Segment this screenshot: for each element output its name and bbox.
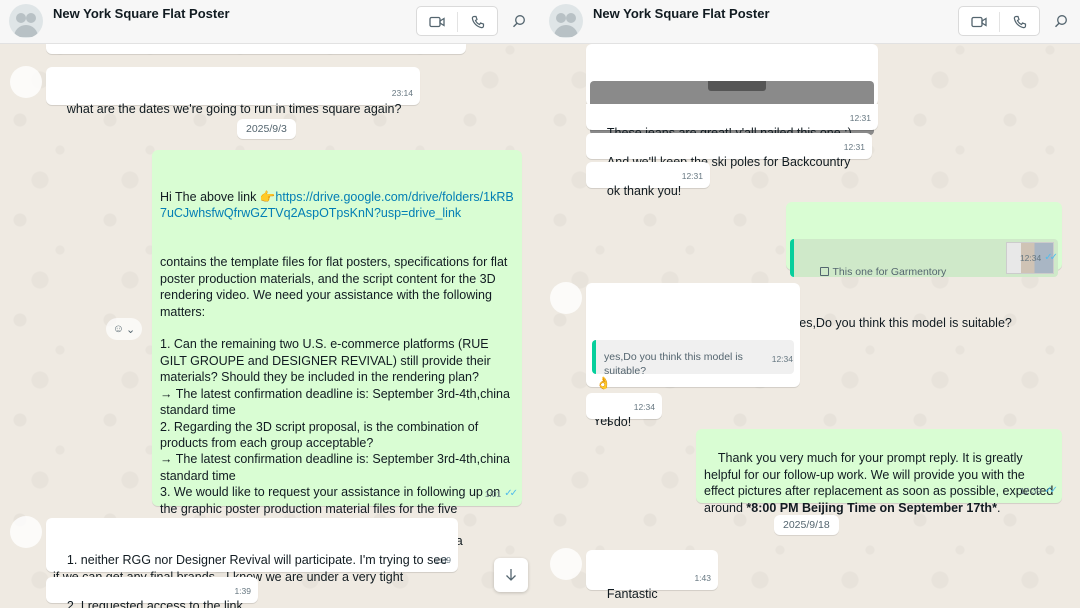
date-separator: 2025/9/18 <box>774 515 839 535</box>
scroll-down-icon <box>506 569 516 581</box>
message-time: 12:39 ✓✓ <box>1020 483 1058 499</box>
chevron-down-icon: ⌄ <box>126 323 136 336</box>
emoji-icon: ☺ <box>112 323 124 335</box>
chat-title[interactable]: New York Square Flat Poster <box>593 6 770 21</box>
message-time: 12:31 <box>681 170 703 181</box>
quoted-text: This one for Garmentory <box>832 265 947 278</box>
sender-avatar <box>10 66 42 98</box>
message-text-tail: . <box>996 500 1001 515</box>
message-text: I do! <box>606 415 632 430</box>
message-time: 1:39 <box>234 585 251 596</box>
read-ticks-icon: ✓✓ <box>504 487 518 499</box>
reaction-button[interactable]: ☺ ⌄ <box>106 318 142 340</box>
message-time: 12:34 ✓✓ <box>1020 250 1058 266</box>
message-text: ok thank you! <box>606 184 682 199</box>
video-call-icon[interactable] <box>426 12 448 32</box>
sender-avatar <box>10 516 42 548</box>
message-bold-text: *8:00 PM Beijing Time on September 17th* <box>746 500 997 515</box>
chat-pane-right: New York Square Flat Poster These jeans … <box>540 0 1080 608</box>
message-time: 12:34 <box>771 353 793 364</box>
image-message[interactable] <box>586 44 878 135</box>
message-bubble[interactable]: yes,Do you think this model is suitable?… <box>586 283 800 428</box>
message-text: what are the dates we're going to run in… <box>66 102 402 117</box>
message-text: Hi The above link 👉 <box>160 189 276 204</box>
chat-header: New York Square Flat Poster <box>0 0 540 44</box>
message-text: yes,Do you think this model is suitable? <box>793 315 1012 330</box>
search-icon[interactable] <box>1050 10 1072 32</box>
message-time: 1:39 <box>434 554 451 565</box>
video-call-icon[interactable] <box>968 12 990 32</box>
sender-avatar <box>550 548 582 580</box>
message-bubble[interactable]: 1. neither RGG nor Designer Revival will… <box>46 518 458 600</box>
chat-pane-left: New York Square Flat Poster what are the… <box>0 0 540 608</box>
message-time: 12:31 <box>843 141 865 152</box>
message-time: 23:14 <box>391 87 413 98</box>
message-time: 1:43 <box>694 572 711 583</box>
search-icon[interactable] <box>508 10 530 32</box>
message-bubble[interactable]: These jeans are great! y'all nailed this… <box>586 104 878 140</box>
message-text: Fantastic <box>606 587 658 602</box>
voice-call-icon[interactable] <box>1009 12 1031 32</box>
message-bubble[interactable]: And we'll keep the ski poles for Backcou… <box>586 133 872 169</box>
quoted-message[interactable]: This one for Garmentory <box>790 238 1058 278</box>
group-avatar[interactable] <box>9 4 43 38</box>
message-time: 1:01 ✓✓ <box>485 486 518 502</box>
message-bubble-outgoing[interactable]: This one for Garmentory yes,Do you think… <box>786 202 1062 330</box>
voice-call-icon[interactable] <box>467 12 489 32</box>
message-bubble[interactable]: 2. I requested access to the link 1:39 <box>46 577 258 608</box>
message-bubble[interactable]: I do! 12:34 <box>586 393 662 429</box>
call-buttons <box>958 6 1040 36</box>
message-text: 2. I requested access to the link <box>66 599 243 608</box>
message-time: 12:34 <box>633 401 655 412</box>
reaction-emoji[interactable]: 👌 <box>596 375 611 391</box>
chat-title[interactable]: New York Square Flat Poster <box>53 6 230 21</box>
image-icon <box>819 266 829 276</box>
chat-header: New York Square Flat Poster <box>540 0 1080 44</box>
scroll-down-button[interactable] <box>494 558 528 592</box>
read-ticks-icon: ✓✓ <box>1044 251 1058 263</box>
message-bubble-outgoing[interactable]: Thank you very much for your prompt repl… <box>696 429 1062 515</box>
message-bubble[interactable]: ok thank you! 12:31 <box>586 162 710 198</box>
message-bubble-partial <box>46 44 466 54</box>
group-avatar[interactable] <box>549 4 583 38</box>
date-separator: 2025/9/3 <box>237 119 296 139</box>
quoted-message[interactable]: yes,Do you think this model is suitable? <box>592 339 794 377</box>
call-buttons <box>416 6 498 36</box>
message-bubble-outgoing[interactable]: Hi The above link 👉https://drive.google.… <box>152 150 522 565</box>
read-ticks-icon: ✓✓ <box>1044 484 1058 496</box>
message-bubble[interactable]: what are the dates we're going to run in… <box>46 67 420 116</box>
message-bubble[interactable]: Fantastic 1:43 <box>586 550 718 601</box>
sender-avatar <box>550 282 582 314</box>
message-time: 12:31 <box>849 112 871 123</box>
